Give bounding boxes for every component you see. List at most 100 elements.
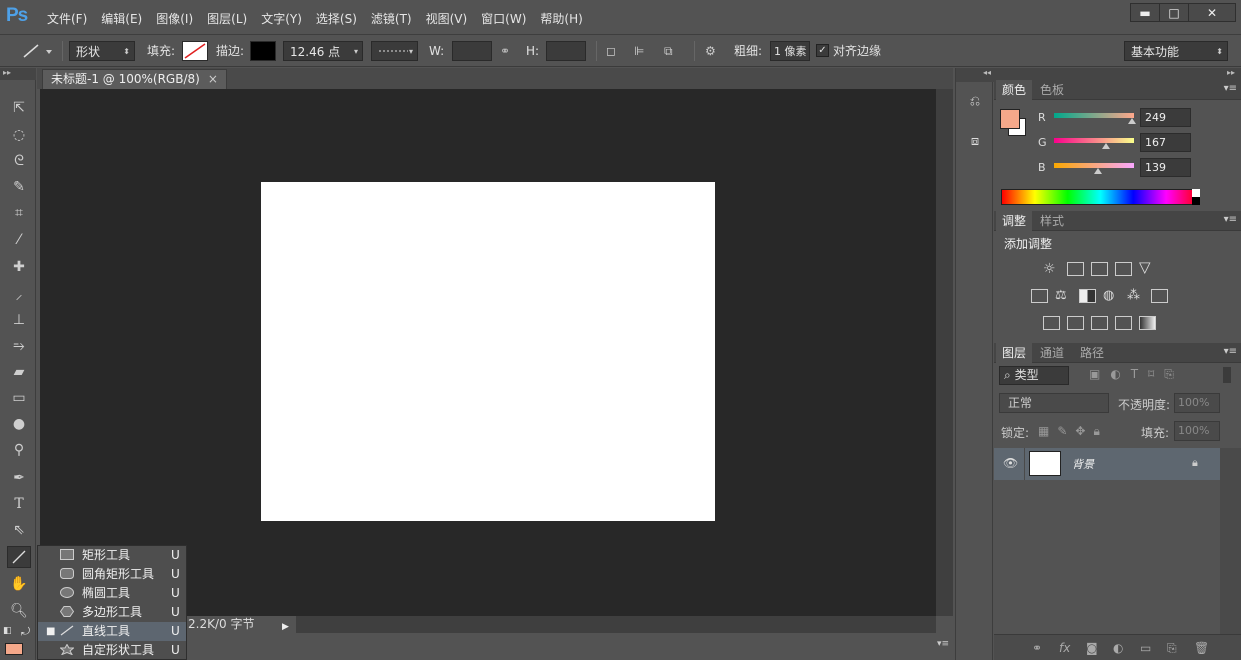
tab-swatches[interactable]: 色板 (1034, 80, 1070, 100)
tool-preset-picker[interactable] (20, 41, 54, 61)
blue-slider[interactable]: B 139 (1034, 158, 1234, 178)
properties-panel-icon[interactable]: ⧈ (964, 134, 986, 154)
layer-kind-filter[interactable]: ⌕ 类型 (999, 366, 1069, 385)
layer-row-background[interactable]: 👁︎ 背景 🔒︎ (994, 448, 1220, 480)
invert-icon[interactable] (1043, 316, 1060, 330)
link-layers-icon[interactable]: ⚭ (1032, 641, 1042, 655)
lock-icons[interactable]: ▦✎✥🔒︎ (1038, 424, 1108, 439)
move-tool-icon[interactable]: ⇱ (7, 97, 31, 119)
minimize-button[interactable]: ▬ (1130, 3, 1160, 22)
fill-swatch[interactable] (182, 41, 208, 61)
workspace-select[interactable]: 基本功能 ⬍ (1124, 41, 1228, 61)
brush-tool-icon[interactable]: ⸝ (7, 283, 31, 305)
collapse-icon[interactable]: ◂◂ (956, 68, 994, 82)
green-value[interactable]: 167 (1140, 133, 1191, 152)
mode-select[interactable]: 形状 ⬍ (69, 41, 135, 61)
polygon-tool-item[interactable]: 多边形工具 U (38, 603, 186, 622)
selective-color-icon[interactable] (1139, 316, 1156, 330)
stroke-swatch[interactable] (250, 41, 276, 61)
stroke-type-select[interactable]: ▾ (371, 41, 418, 61)
type-tool-icon[interactable]: T (7, 493, 31, 515)
line-tool-item[interactable]: ■ 直线工具 U (38, 622, 186, 641)
fill-input[interactable]: 100% (1174, 421, 1220, 441)
red-value[interactable]: 249 (1140, 108, 1191, 127)
rounded-rectangle-tool-item[interactable]: 圆角矩形工具 U (38, 565, 186, 584)
collapse-icon[interactable]: ▸▸ (0, 68, 36, 80)
path-alignment-icon[interactable]: ⊫ (634, 41, 644, 61)
expand-icon[interactable]: ▸▸ (994, 68, 1241, 80)
green-slider[interactable]: G 167 (1034, 133, 1234, 153)
panel-menu-icon[interactable]: ▾≡ (1224, 214, 1237, 225)
gear-icon[interactable]: ⚙ (705, 41, 716, 61)
menu-view[interactable]: 视图(V) (419, 10, 475, 27)
rectangle-tool-item[interactable]: 矩形工具 U (38, 546, 186, 565)
tab-color[interactable]: 颜色 (996, 80, 1033, 100)
line-tool-icon[interactable] (7, 546, 31, 568)
tab-paths[interactable]: 路径 (1074, 343, 1110, 363)
eraser-tool-icon[interactable]: ▰ (7, 361, 31, 383)
gradient-map-icon[interactable] (1115, 316, 1132, 330)
document-tab[interactable]: 未标题-1 @ 100%(RGB/8) × (42, 69, 227, 89)
panel-menu-icon[interactable]: ▾≡ (1224, 83, 1237, 94)
menu-window[interactable]: 窗口(W) (474, 10, 533, 27)
stroke-width-field[interactable]: 12.46 点 ▾ (283, 41, 363, 61)
tab-styles[interactable]: 样式 (1034, 211, 1070, 231)
panel-menu-icon[interactable]: ▾≡ (1224, 346, 1237, 357)
quick-select-tool-icon[interactable]: ✎ (7, 176, 31, 198)
tab-layers[interactable]: 图层 (996, 343, 1033, 363)
menu-help[interactable]: 帮助(H) (533, 10, 589, 27)
history-brush-tool-icon[interactable]: ⥱ (7, 335, 31, 357)
hue-saturation-icon[interactable] (1031, 289, 1048, 303)
document-canvas[interactable] (261, 182, 715, 521)
eye-icon[interactable]: 👁︎ (1003, 456, 1018, 470)
zoom-tool-icon[interactable]: 🔍︎ (7, 600, 31, 622)
layers-scrollbar[interactable] (1220, 448, 1241, 634)
opacity-input[interactable]: 100% (1174, 393, 1220, 413)
menu-icon[interactable]: ▾≡ (937, 639, 949, 649)
filter-toggle[interactable] (1223, 367, 1231, 383)
new-layer-icon[interactable]: ⎘ (1167, 641, 1177, 656)
delete-icon[interactable]: 🗑︎ (1194, 641, 1209, 655)
blur-tool-icon[interactable]: ● (7, 413, 31, 435)
horizontal-scrollbar[interactable] (186, 616, 936, 633)
default-colors-icon[interactable]: ◧ (3, 626, 12, 636)
menu-filter[interactable]: 滤镜(T) (364, 10, 419, 27)
gradient-tool-icon[interactable]: ▭ (7, 387, 31, 409)
menu-file[interactable]: 文件(F) (40, 10, 94, 27)
color-spectrum-bar[interactable] (1001, 189, 1200, 205)
healing-brush-tool-icon[interactable]: ✚ (7, 256, 31, 278)
menu-select[interactable]: 选择(S) (309, 10, 364, 27)
pen-tool-icon[interactable]: ✒ (7, 467, 31, 489)
posterize-icon[interactable] (1067, 316, 1084, 330)
menu-edit[interactable]: 编辑(E) (94, 10, 149, 27)
curves-icon[interactable] (1091, 262, 1108, 276)
red-thumb[interactable] (1128, 118, 1136, 124)
black-white-icon[interactable] (1079, 289, 1096, 303)
foreground-color-swatch[interactable] (5, 643, 23, 655)
height-input[interactable] (546, 41, 586, 61)
dodge-tool-icon[interactable]: ⚲ (7, 439, 31, 461)
vibrance-icon[interactable]: ▽ (1139, 260, 1156, 275)
vertical-scrollbar[interactable] (936, 89, 953, 616)
brightness-icon[interactable]: ☼ (1043, 262, 1060, 276)
eyedropper-tool-icon[interactable]: ⁄ (7, 229, 31, 251)
red-slider[interactable]: R 249 (1034, 108, 1234, 128)
adjustment-layer-icon[interactable]: ◐ (1113, 641, 1123, 655)
custom-shape-tool-item[interactable]: 自定形状工具 U (38, 641, 186, 660)
menu-image[interactable]: 图像(I) (149, 10, 200, 27)
fx-icon[interactable]: fx (1059, 641, 1070, 655)
history-panel-icon[interactable]: ⎌ (964, 94, 986, 114)
layer-filter-icons[interactable]: ▣◐T⌑⎘ (1089, 367, 1184, 382)
add-mask-icon[interactable]: ◙ (1086, 641, 1098, 655)
stamp-tool-icon[interactable]: ⊥ (7, 309, 31, 331)
lasso-tool-icon[interactable]: ᘓ (7, 150, 31, 172)
levels-icon[interactable] (1067, 262, 1084, 276)
blue-thumb[interactable] (1094, 168, 1102, 174)
tab-channels[interactable]: 通道 (1034, 343, 1070, 363)
marquee-tool-icon[interactable]: ◌ (7, 124, 31, 146)
link-icon[interactable]: ⚭ (500, 41, 510, 61)
path-select-tool-icon[interactable]: ⇖ (7, 519, 31, 541)
crop-tool-icon[interactable]: ⌗ (7, 202, 31, 224)
black-white-ramp[interactable] (1192, 189, 1200, 205)
swap-colors-icon[interactable]: ⤾ (21, 625, 30, 639)
